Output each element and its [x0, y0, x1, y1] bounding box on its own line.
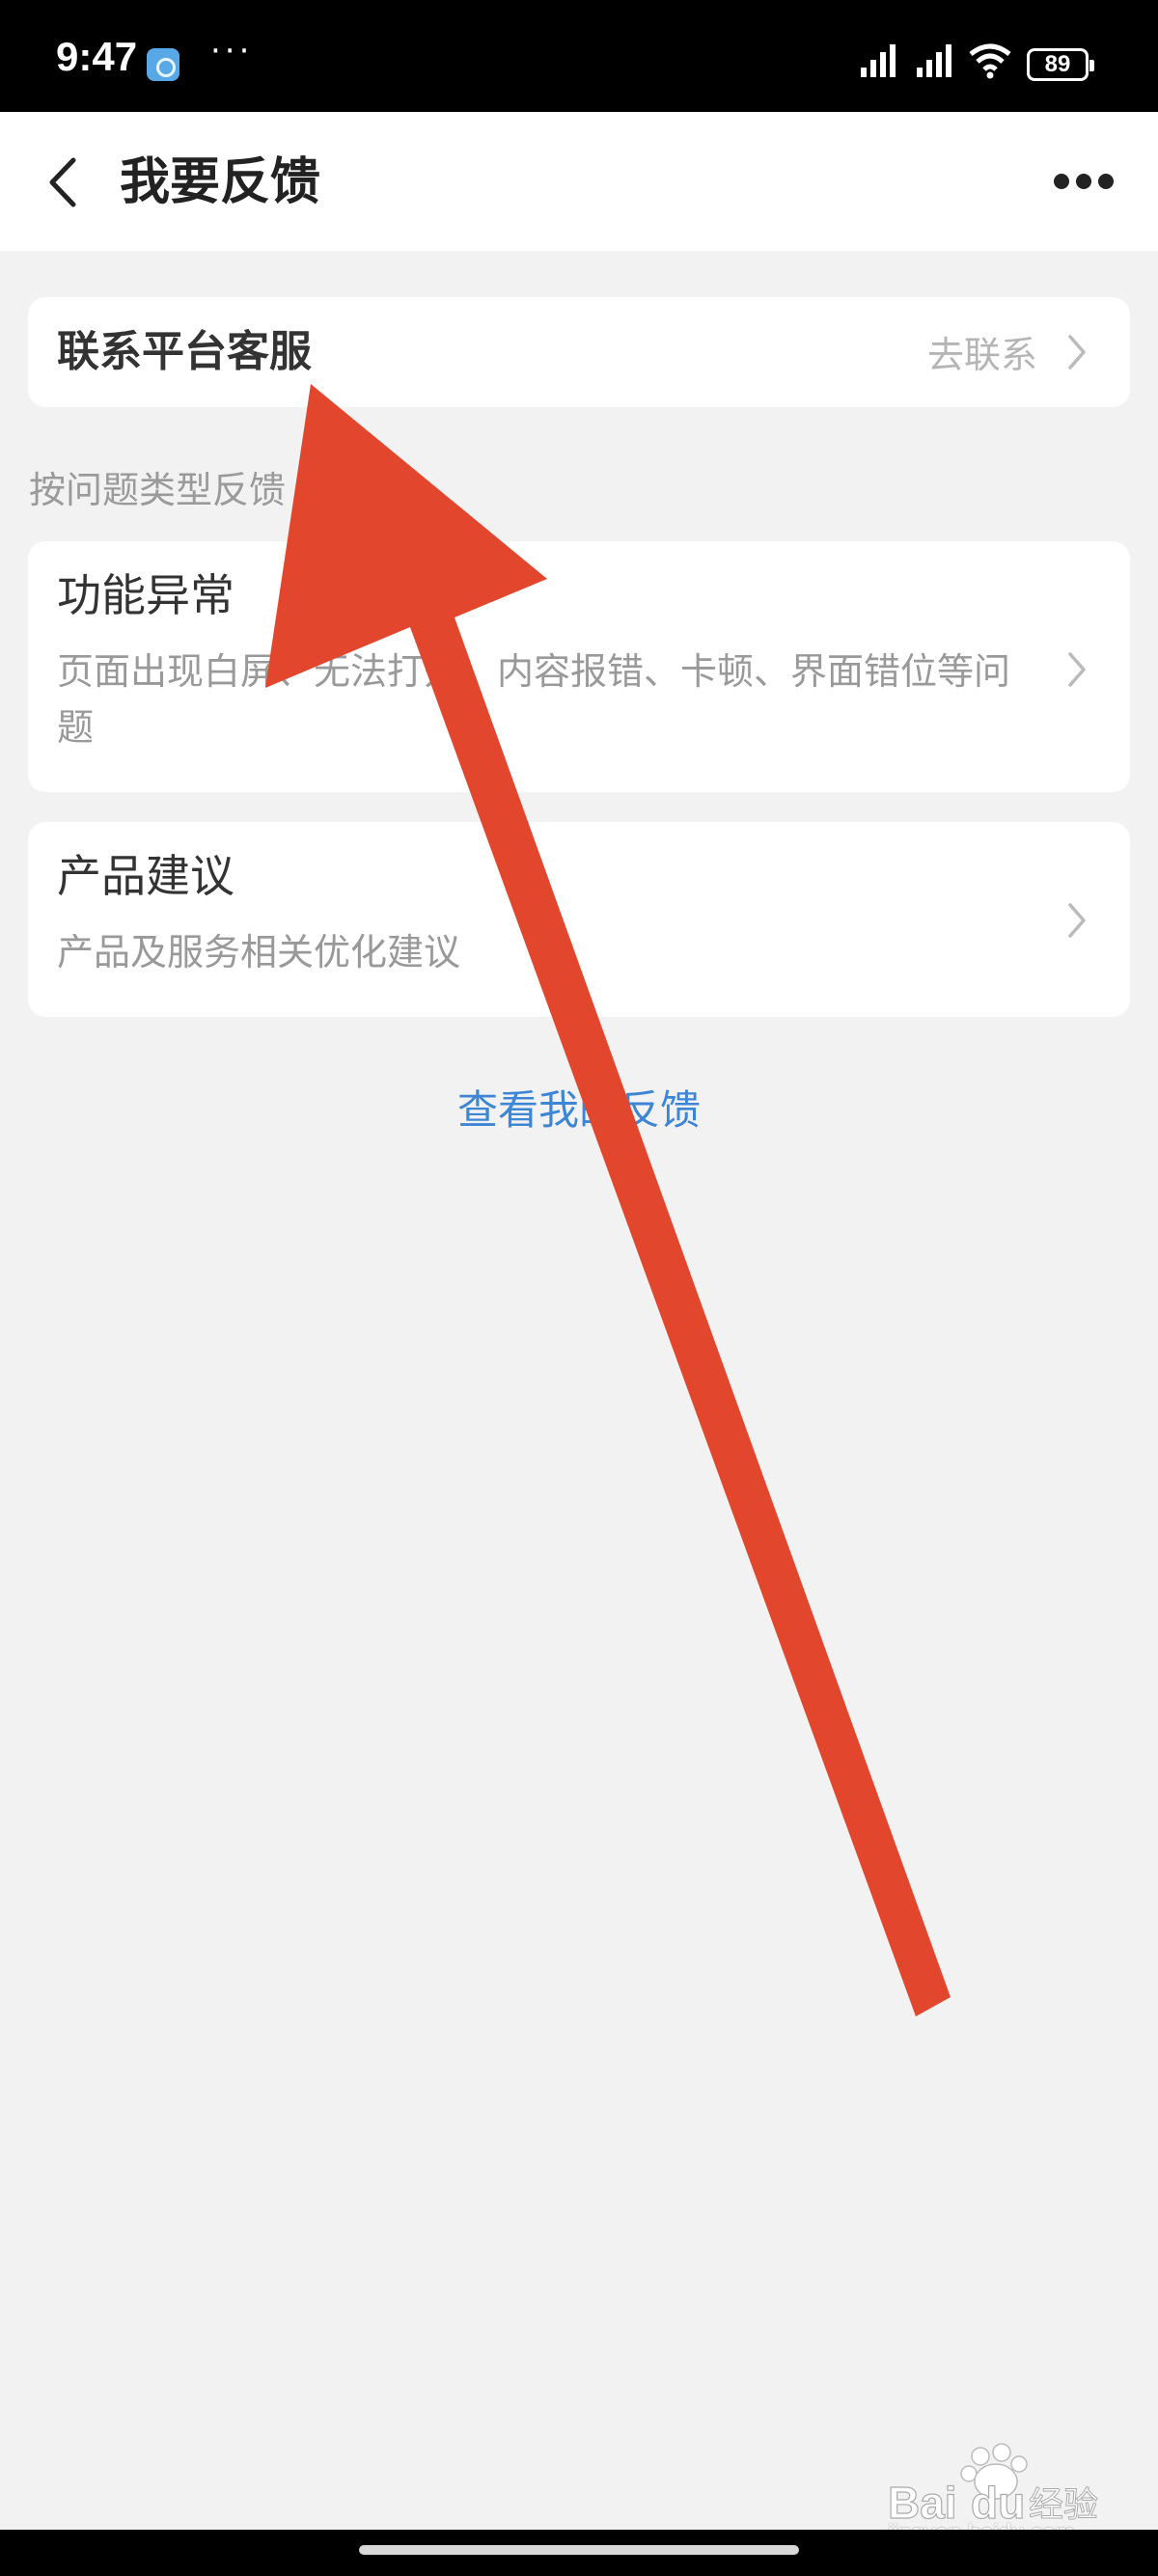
- chevron-right-icon: [1068, 652, 1086, 687]
- svg-text:经验: 经验: [1029, 2485, 1098, 2525]
- app-header: 我要反馈: [0, 112, 1158, 251]
- feedback-type-item[interactable]: 产品建议 产品及服务相关优化建议: [28, 822, 1130, 1017]
- signal-icon: [917, 44, 951, 77]
- status-more-dots: ···: [210, 32, 254, 70]
- status-time: 9:47: [56, 34, 138, 79]
- wifi-icon: [969, 43, 1011, 79]
- signal-icon: [861, 44, 896, 77]
- page-title: 我要反馈: [120, 153, 321, 211]
- back-arrow-icon[interactable]: [41, 151, 89, 214]
- chevron-right-icon: [1068, 903, 1086, 938]
- battery-icon: 89: [1027, 48, 1094, 81]
- status-bar: 9:47 ··· 89: [0, 0, 1158, 112]
- contact-support-title: 联系平台客服: [57, 327, 312, 376]
- more-icon[interactable]: [1050, 170, 1117, 195]
- feedback-type-description: 产品及服务相关优化建议: [57, 931, 461, 973]
- feedback-type-title: 功能异常: [57, 569, 234, 621]
- feedback-type-title: 产品建议: [57, 850, 234, 902]
- contact-action-label[interactable]: 去联系: [927, 334, 1037, 376]
- contact-support-card[interactable]: 联系平台客服 去联系: [28, 297, 1130, 407]
- home-indicator[interactable]: [359, 2545, 799, 2555]
- chevron-right-icon: [1068, 335, 1086, 370]
- view-my-feedback-link[interactable]: 查看我的反馈: [0, 1082, 1158, 1138]
- app-notification-icon: [147, 48, 179, 81]
- section-label: 按问题类型反馈: [29, 469, 287, 511]
- feedback-type-item[interactable]: 功能异常 页面出现白屏、无法打开、内容报错、卡顿、界面错位等问题: [28, 541, 1130, 792]
- feedback-type-description: 页面出现白屏、无法打开、内容报错、卡顿、界面错位等问题: [57, 650, 1011, 749]
